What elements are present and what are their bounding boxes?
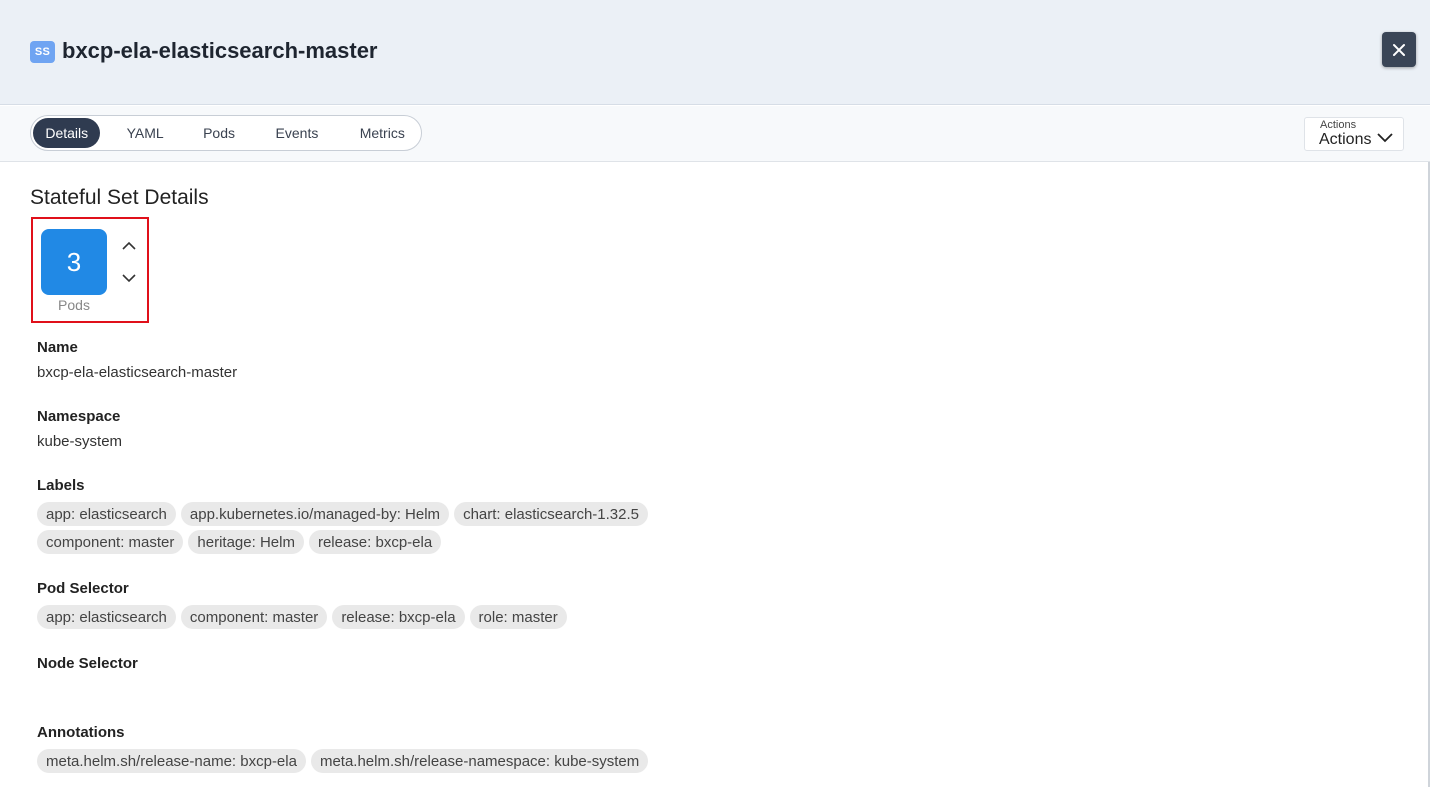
- page-title: bxcp-ela-elasticsearch-master: [62, 38, 378, 63]
- chevron-up-icon: [122, 241, 136, 250]
- label-chip: heritage: Helm: [188, 530, 304, 554]
- pod-scaler: 3 Pods: [31, 217, 149, 323]
- actions-field-label: Actions: [1320, 119, 1357, 131]
- pod-count: 3: [41, 229, 107, 295]
- scale-down-button[interactable]: [119, 268, 139, 288]
- node-selector-label: Node Selector: [37, 655, 138, 672]
- namespace-label: Namespace: [37, 408, 121, 425]
- chevron-down-icon: [122, 274, 136, 283]
- label-chip: chart: elasticsearch-1.32.5: [454, 502, 648, 526]
- name-label: Name: [37, 339, 78, 356]
- section-title: Stateful Set Details: [30, 186, 209, 209]
- tab-events[interactable]: Events: [248, 118, 345, 148]
- tab-bar: Details YAML Pods Events Metrics: [30, 115, 422, 151]
- close-button[interactable]: [1382, 32, 1416, 67]
- pod-selector-row: app: elasticsearch component: master rel…: [37, 605, 567, 629]
- selector-chip: release: bxcp-ela: [332, 605, 465, 629]
- actions-selected-value: Actions: [1319, 131, 1372, 148]
- tab-pods[interactable]: Pods: [190, 118, 249, 148]
- selector-chip: component: master: [180, 605, 328, 629]
- annotations-row: meta.helm.sh/release-name: bxcp-ela meta…: [37, 749, 649, 773]
- selector-chip: app: elasticsearch: [37, 605, 176, 629]
- statefulset-kind-badge: SS: [30, 41, 55, 63]
- selector-chip: role: master: [469, 605, 567, 629]
- tab-details[interactable]: Details: [33, 118, 101, 148]
- tab-yaml[interactable]: YAML: [100, 118, 189, 148]
- labels-label: Labels: [37, 477, 85, 494]
- chevron-down-icon: [1377, 133, 1393, 143]
- toolbar: Details YAML Pods Events Metrics Actions…: [0, 106, 1430, 162]
- pod-count-label: Pods: [58, 297, 90, 313]
- namespace-value: kube-system: [37, 433, 123, 450]
- page-header: SS bxcp-ela-elasticsearch-master: [0, 0, 1430, 105]
- label-chip: app: elasticsearch: [37, 502, 176, 526]
- annotation-chip: meta.helm.sh/release-namespace: kube-sys…: [310, 749, 649, 773]
- name-value: bxcp-ela-elasticsearch-master: [37, 364, 238, 381]
- annotations-label: Annotations: [37, 724, 125, 741]
- tab-metrics[interactable]: Metrics: [346, 118, 419, 148]
- pod-selector-label: Pod Selector: [37, 580, 129, 597]
- labels-row: app: elasticsearch app.kubernetes.io/man…: [37, 502, 648, 526]
- label-chip: release: bxcp-ela: [308, 530, 442, 554]
- scale-up-button[interactable]: [119, 236, 139, 256]
- annotation-chip: meta.helm.sh/release-name: bxcp-ela: [37, 749, 306, 773]
- label-chip: component: master: [37, 530, 184, 554]
- labels-row: component: master heritage: Helm release…: [37, 530, 442, 554]
- close-icon: [1393, 43, 1405, 56]
- actions-dropdown[interactable]: Actions Actions: [1304, 117, 1404, 151]
- label-chip: app.kubernetes.io/managed-by: Helm: [180, 502, 450, 526]
